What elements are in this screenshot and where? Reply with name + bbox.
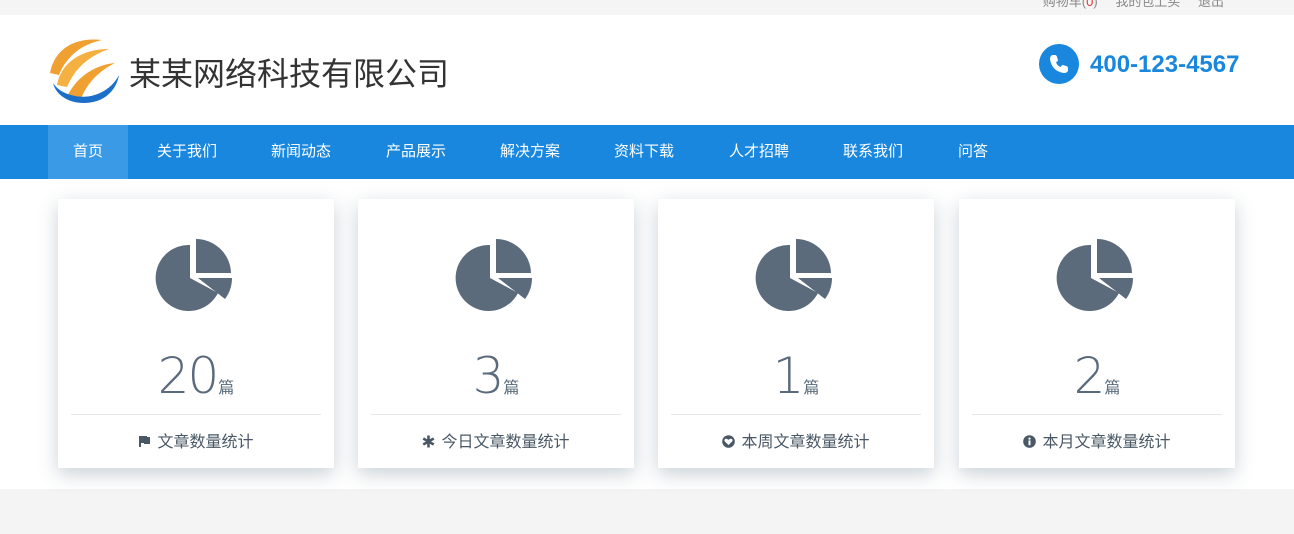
asterisk-icon [423, 435, 435, 448]
stat-number: 1 [772, 347, 805, 405]
stat-card-total: 20篇 文章数量统计 [58, 199, 334, 468]
stat-unit: 篇 [218, 380, 235, 397]
heart-circle-icon [722, 435, 736, 448]
stat-label: 今日文章数量统计 [441, 434, 570, 451]
top-utility-bar: 购物车(0) 我的包上买 退出 [0, 0, 1294, 15]
stat-card-month: 2篇 本月文章数量统计 [959, 199, 1235, 468]
stat-unit: 篇 [803, 380, 820, 397]
card-divider [671, 414, 921, 415]
stat-value-block: 1篇 [658, 347, 934, 405]
stat-value-block: 2篇 [959, 347, 1235, 405]
stat-label: 文章数量统计 [157, 434, 254, 451]
stat-card-today: 3篇 今日文章数量统计 [358, 199, 634, 468]
card-divider [371, 414, 621, 415]
nav-item-careers[interactable]: 人才招聘 [714, 125, 804, 179]
company-logo[interactable] [47, 35, 119, 105]
stat-unit: 篇 [1104, 380, 1121, 397]
nav-item-about[interactable]: 关于我们 [142, 125, 232, 179]
site-header: 某某网络科技有限公司 400-123-4567 [0, 15, 1294, 125]
card-divider [972, 414, 1222, 415]
nav-item-solutions[interactable]: 解决方案 [485, 125, 575, 179]
stat-card-week: 1篇 本周文章数量统计 [658, 199, 934, 468]
nav-item-home[interactable]: 首页 [48, 125, 128, 179]
pie-chart-icon [455, 239, 532, 311]
nav-item-downloads[interactable]: 资料下载 [599, 125, 689, 179]
nav-item-qa[interactable]: 问答 [943, 125, 1003, 179]
pie-chart-icon [155, 239, 232, 311]
nav-item-contact[interactable]: 联系我们 [828, 125, 918, 179]
stat-number: 2 [1073, 347, 1106, 405]
stats-section: 20篇 文章数量统计 3篇 今日文章数量统计 1篇 本周文章数量统计 2篇 本月… [0, 179, 1294, 489]
nav-item-products[interactable]: 产品展示 [371, 125, 461, 179]
flag-icon [139, 436, 151, 447]
pie-chart-icon [1056, 239, 1133, 311]
card-divider [71, 414, 321, 415]
logout-link[interactable]: 退出 [1198, 0, 1224, 9]
stat-number: 20 [157, 347, 220, 405]
phone-icon [1039, 44, 1079, 84]
top-links: 购物车(0) 我的包上买 退出 [1043, 0, 1224, 10]
pie-chart-icon [755, 239, 832, 311]
stat-value-block: 20篇 [58, 347, 334, 405]
stat-label: 本月文章数量统计 [1042, 434, 1171, 451]
stat-value-block: 3篇 [358, 347, 634, 405]
main-nav: 首页 关于我们 新闻动态 产品展示 解决方案 资料下载 人才招聘 联系我们 问答 [0, 125, 1294, 179]
info-circle-icon [1023, 435, 1037, 448]
stat-label-row: 本周文章数量统计 [658, 428, 934, 452]
nav-item-news[interactable]: 新闻动态 [256, 125, 346, 179]
stat-label-row: 文章数量统计 [58, 428, 334, 452]
cart-link[interactable]: 购物车(0) [1043, 0, 1098, 9]
stat-label: 本周文章数量统计 [741, 434, 870, 451]
company-name: 某某网络科技有限公司 [129, 56, 450, 92]
stat-number: 3 [472, 347, 505, 405]
phone-number: 400-123-4567 [1090, 51, 1240, 78]
stat-label-row: 本月文章数量统计 [959, 428, 1235, 452]
favorites-link[interactable]: 我的包上买 [1115, 0, 1180, 9]
stat-label-row: 今日文章数量统计 [358, 428, 634, 452]
stat-unit: 篇 [503, 380, 520, 397]
